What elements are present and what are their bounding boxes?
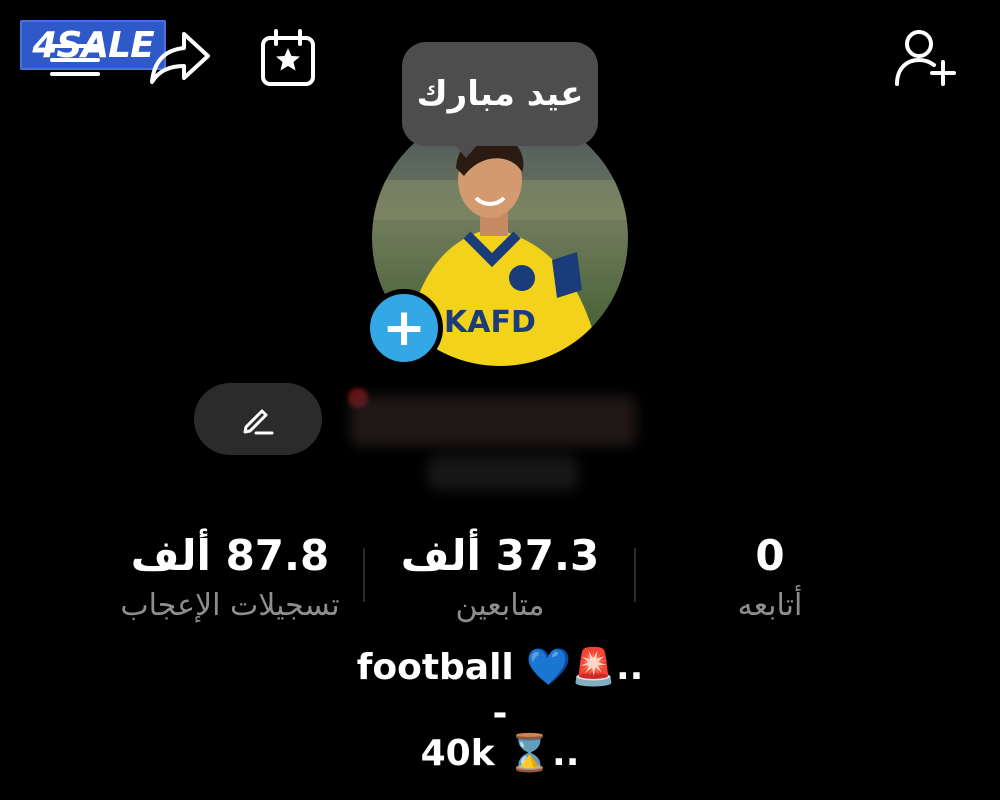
menu-icon[interactable] — [48, 42, 102, 82]
share-icon[interactable] — [148, 28, 214, 88]
stat-likes[interactable]: 87.8 ألف تسجيلات الإعجاب — [80, 528, 380, 626]
stat-followers[interactable]: 37.3 ألف متابعين — [350, 528, 650, 626]
add-avatar-button[interactable]: + — [365, 289, 443, 367]
tooltip-text: عيد مبارك — [416, 74, 584, 114]
bio-line: - — [492, 693, 508, 734]
tooltip-arrow — [454, 144, 478, 158]
blurred-profile-name — [350, 390, 650, 500]
following-count: 0 — [755, 531, 785, 580]
followers-label: متابعين — [455, 588, 545, 623]
calendar-star-icon[interactable] — [258, 28, 318, 88]
likes-label: تسجيلات الإعجاب — [120, 588, 340, 623]
edit-profile-button[interactable] — [194, 383, 322, 455]
following-label: أتابعه — [737, 588, 803, 623]
svg-text:KAFD: KAFD — [444, 305, 536, 340]
pencil-icon — [240, 401, 276, 437]
bio-line: 40k ⌛.. — [420, 733, 580, 774]
tooltip-bubble: عيد مبارك — [402, 42, 598, 146]
followers-count: 37.3 ألف — [400, 531, 600, 580]
bio-line: football 💙🚨.. — [356, 647, 644, 688]
plus-icon: + — [382, 298, 426, 358]
add-user-icon[interactable] — [893, 26, 959, 88]
stat-following[interactable]: 0 أتابعه — [620, 528, 920, 626]
likes-count: 87.8 ألف — [130, 531, 330, 580]
